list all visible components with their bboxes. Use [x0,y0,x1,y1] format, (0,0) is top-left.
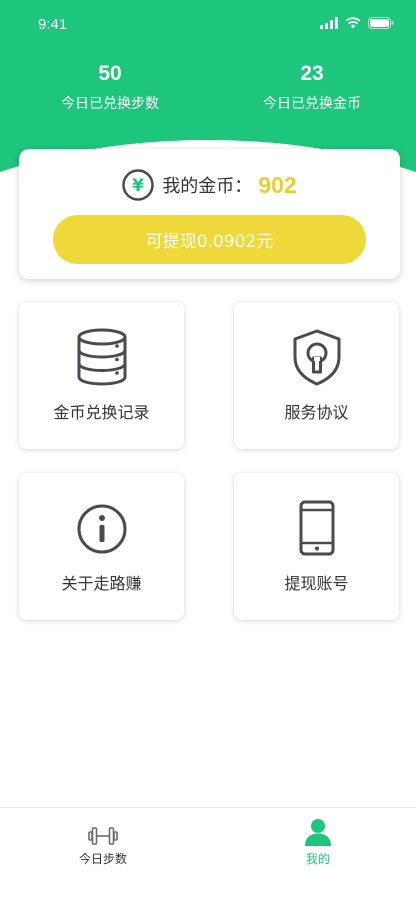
tab-label: 今日步数 [78,852,127,866]
info-icon [77,504,126,554]
signal-icon [320,17,338,29]
tile-withdraw-account[interactable]: 提现账号 [234,473,399,620]
tile-service-agreement[interactable]: 服务协议 [234,302,399,449]
status-time: 9:41 [38,16,68,33]
phone-icon [299,500,334,556]
tile-label: 金币兑换记录 [53,403,150,422]
stat-value: 50 [98,62,122,85]
status-icons [320,17,394,29]
tab-mine[interactable]: 我的 [258,818,378,878]
stat-value: 23 [300,62,324,85]
coin-balance-value: 902 [258,171,297,198]
stat-coins-exchanged: 23 今日已兑换金币 [222,62,402,113]
coin-balance-label: 我的金币： [162,176,253,197]
database-icon [77,328,126,386]
status-bar: 9:41 [0,0,416,50]
stat-label: 今日已兑换步数 [61,96,159,112]
tile-coin-exchange-records[interactable]: 金币兑换记录 [19,302,184,449]
tile-label: 服务协议 [284,403,349,422]
shield-lock-icon [293,329,340,386]
stat-steps-exchanged: 50 今日已兑换步数 [20,62,200,113]
yuan-coin-icon: ¥ [122,169,155,201]
coin-card: ¥ 我的金币： 902 可提现0.0902元 [19,149,400,279]
tile-label: 关于走路赚 [61,574,142,593]
tile-label: 提现账号 [284,574,349,593]
withdraw-button[interactable]: 可提现0.0902元 [53,215,366,264]
dumbbell-icon [88,827,118,845]
coin-balance-row: ¥ 我的金币： 902 [19,169,400,201]
wifi-icon [345,17,361,29]
person-icon [305,819,331,846]
battery-icon [368,17,394,29]
tab-label: 我的 [305,852,330,866]
tile-about[interactable]: 关于走路赚 [19,473,184,620]
svg-text:¥: ¥ [132,176,144,196]
bottom-tab-bar: 今日步数 我的 [0,807,416,900]
tab-today-steps[interactable]: 今日步数 [43,818,163,878]
stat-label: 今日已兑换金币 [263,96,361,112]
